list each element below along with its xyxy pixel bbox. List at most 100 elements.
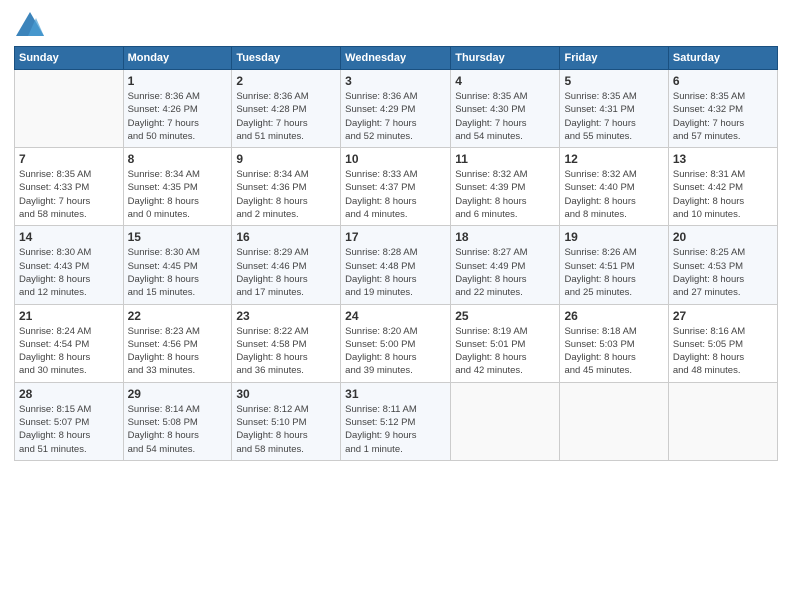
- day-info: Sunrise: 8:12 AM Sunset: 5:10 PM Dayligh…: [236, 403, 336, 456]
- day-number: 29: [128, 387, 228, 401]
- day-info: Sunrise: 8:22 AM Sunset: 4:58 PM Dayligh…: [236, 325, 336, 378]
- calendar-header-thursday: Thursday: [451, 47, 560, 70]
- calendar-table: SundayMondayTuesdayWednesdayThursdayFrid…: [14, 46, 778, 461]
- day-number: 17: [345, 230, 446, 244]
- day-info: Sunrise: 8:19 AM Sunset: 5:01 PM Dayligh…: [455, 325, 555, 378]
- calendar-cell: 21Sunrise: 8:24 AM Sunset: 4:54 PM Dayli…: [15, 304, 124, 382]
- day-info: Sunrise: 8:35 AM Sunset: 4:31 PM Dayligh…: [564, 90, 663, 143]
- calendar-week-1: 1 Sunrise: 8:36 AM Sunset: 4:26 PM Daylig…: [15, 70, 778, 148]
- calendar-week-3: 14 Sunrise: 8:30 AM Sunset: 4:43 PM Dayli…: [15, 226, 778, 304]
- day-info: Sunrise: 8:35 AM Sunset: 4:33 PM Dayligh…: [19, 168, 119, 221]
- day-number: 19: [564, 230, 663, 244]
- day-info: Sunrise: 8:32 AM Sunset: 4:40 PM Dayligh…: [564, 168, 663, 221]
- calendar-cell: 7 Sunrise: 8:35 AM Sunset: 4:33 PM Daylig…: [15, 148, 124, 226]
- day-info: Sunrise: 8:28 AM Sunset: 4:48 PM Dayligh…: [345, 246, 446, 299]
- calendar-cell: 15 Sunrise: 8:30 AM Sunset: 4:45 PM Dayli…: [123, 226, 232, 304]
- day-info: Sunrise: 8:34 AM Sunset: 4:35 PM Dayligh…: [128, 168, 228, 221]
- day-info: Sunrise: 8:30 AM Sunset: 4:43 PM Dayligh…: [19, 246, 119, 299]
- day-number: 28: [19, 387, 119, 401]
- calendar-header-friday: Friday: [560, 47, 668, 70]
- day-number: 10: [345, 152, 446, 166]
- calendar-header-monday: Monday: [123, 47, 232, 70]
- calendar-cell: [668, 382, 777, 460]
- calendar-cell: 10 Sunrise: 8:33 AM Sunset: 4:37 PM Dayli…: [341, 148, 451, 226]
- calendar-cell: 11 Sunrise: 8:32 AM Sunset: 4:39 PM Dayli…: [451, 148, 560, 226]
- calendar-cell: 25 Sunrise: 8:19 AM Sunset: 5:01 PM Dayli…: [451, 304, 560, 382]
- day-number: 2: [236, 74, 336, 88]
- calendar-cell: 22 Sunrise: 8:23 AM Sunset: 4:56 PM Dayli…: [123, 304, 232, 382]
- calendar-cell: 30 Sunrise: 8:12 AM Sunset: 5:10 PM Dayli…: [232, 382, 341, 460]
- calendar-cell: 13Sunrise: 8:31 AM Sunset: 4:42 PM Dayli…: [668, 148, 777, 226]
- day-info: Sunrise: 8:23 AM Sunset: 4:56 PM Dayligh…: [128, 325, 228, 378]
- day-number: 22: [128, 309, 228, 323]
- day-number: 23: [236, 309, 336, 323]
- day-number: 7: [19, 152, 119, 166]
- calendar-cell: 4 Sunrise: 8:35 AM Sunset: 4:30 PM Daylig…: [451, 70, 560, 148]
- calendar-cell: 27 Sunrise: 8:16 AM Sunset: 5:05 PM Dayli…: [668, 304, 777, 382]
- day-number: 15: [128, 230, 228, 244]
- calendar-cell: [451, 382, 560, 460]
- day-number: 1: [128, 74, 228, 88]
- calendar-cell: 5Sunrise: 8:35 AM Sunset: 4:31 PM Daylig…: [560, 70, 668, 148]
- calendar-week-5: 28 Sunrise: 8:15 AM Sunset: 5:07 PM Dayli…: [15, 382, 778, 460]
- day-info: Sunrise: 8:20 AM Sunset: 5:00 PM Dayligh…: [345, 325, 446, 378]
- day-info: Sunrise: 8:14 AM Sunset: 5:08 PM Dayligh…: [128, 403, 228, 456]
- calendar-cell: 3Sunrise: 8:36 AM Sunset: 4:29 PM Daylig…: [341, 70, 451, 148]
- day-number: 30: [236, 387, 336, 401]
- day-number: 18: [455, 230, 555, 244]
- calendar-cell: 17 Sunrise: 8:28 AM Sunset: 4:48 PM Dayli…: [341, 226, 451, 304]
- day-info: Sunrise: 8:34 AM Sunset: 4:36 PM Dayligh…: [236, 168, 336, 221]
- day-number: 31: [345, 387, 446, 401]
- calendar-cell: 2 Sunrise: 8:36 AM Sunset: 4:28 PM Daylig…: [232, 70, 341, 148]
- day-info: Sunrise: 8:36 AM Sunset: 4:26 PM Dayligh…: [128, 90, 228, 143]
- day-number: 13: [673, 152, 773, 166]
- calendar-header-tuesday: Tuesday: [232, 47, 341, 70]
- day-info: Sunrise: 8:36 AM Sunset: 4:28 PM Dayligh…: [236, 90, 336, 143]
- day-info: Sunrise: 8:29 AM Sunset: 4:46 PM Dayligh…: [236, 246, 336, 299]
- day-number: 25: [455, 309, 555, 323]
- day-number: 26: [564, 309, 663, 323]
- day-info: Sunrise: 8:33 AM Sunset: 4:37 PM Dayligh…: [345, 168, 446, 221]
- day-info: Sunrise: 8:11 AM Sunset: 5:12 PM Dayligh…: [345, 403, 446, 456]
- day-number: 6: [673, 74, 773, 88]
- day-info: Sunrise: 8:18 AM Sunset: 5:03 PM Dayligh…: [564, 325, 663, 378]
- day-info: Sunrise: 8:15 AM Sunset: 5:07 PM Dayligh…: [19, 403, 119, 456]
- calendar-cell: 16Sunrise: 8:29 AM Sunset: 4:46 PM Dayli…: [232, 226, 341, 304]
- logo: [14, 10, 48, 38]
- calendar-cell: 8Sunrise: 8:34 AM Sunset: 4:35 PM Daylig…: [123, 148, 232, 226]
- calendar-cell: 18 Sunrise: 8:27 AM Sunset: 4:49 PM Dayli…: [451, 226, 560, 304]
- day-info: Sunrise: 8:35 AM Sunset: 4:32 PM Dayligh…: [673, 90, 773, 143]
- day-info: Sunrise: 8:24 AM Sunset: 4:54 PM Dayligh…: [19, 325, 119, 378]
- day-info: Sunrise: 8:16 AM Sunset: 5:05 PM Dayligh…: [673, 325, 773, 378]
- calendar-cell: [560, 382, 668, 460]
- page-container: SundayMondayTuesdayWednesdayThursdayFrid…: [0, 0, 792, 612]
- day-info: Sunrise: 8:27 AM Sunset: 4:49 PM Dayligh…: [455, 246, 555, 299]
- calendar-week-4: 21Sunrise: 8:24 AM Sunset: 4:54 PM Dayli…: [15, 304, 778, 382]
- day-info: Sunrise: 8:25 AM Sunset: 4:53 PM Dayligh…: [673, 246, 773, 299]
- calendar-cell: [15, 70, 124, 148]
- calendar-header-wednesday: Wednesday: [341, 47, 451, 70]
- calendar-cell: 1 Sunrise: 8:36 AM Sunset: 4:26 PM Daylig…: [123, 70, 232, 148]
- day-info: Sunrise: 8:26 AM Sunset: 4:51 PM Dayligh…: [564, 246, 663, 299]
- day-info: Sunrise: 8:32 AM Sunset: 4:39 PM Dayligh…: [455, 168, 555, 221]
- calendar-cell: 20 Sunrise: 8:25 AM Sunset: 4:53 PM Dayli…: [668, 226, 777, 304]
- calendar-cell: 23 Sunrise: 8:22 AM Sunset: 4:58 PM Dayli…: [232, 304, 341, 382]
- day-number: 14: [19, 230, 119, 244]
- day-number: 20: [673, 230, 773, 244]
- calendar-week-2: 7 Sunrise: 8:35 AM Sunset: 4:33 PM Daylig…: [15, 148, 778, 226]
- day-number: 24: [345, 309, 446, 323]
- calendar-cell: 19 Sunrise: 8:26 AM Sunset: 4:51 PM Dayli…: [560, 226, 668, 304]
- calendar-cell: 28 Sunrise: 8:15 AM Sunset: 5:07 PM Dayli…: [15, 382, 124, 460]
- logo-icon: [14, 10, 46, 38]
- day-number: 27: [673, 309, 773, 323]
- day-info: Sunrise: 8:30 AM Sunset: 4:45 PM Dayligh…: [128, 246, 228, 299]
- calendar-header-sunday: Sunday: [15, 47, 124, 70]
- day-number: 11: [455, 152, 555, 166]
- day-number: 4: [455, 74, 555, 88]
- day-number: 12: [564, 152, 663, 166]
- calendar-cell: 31 Sunrise: 8:11 AM Sunset: 5:12 PM Dayli…: [341, 382, 451, 460]
- day-info: Sunrise: 8:36 AM Sunset: 4:29 PM Dayligh…: [345, 90, 446, 143]
- calendar-header-saturday: Saturday: [668, 47, 777, 70]
- day-info: Sunrise: 8:35 AM Sunset: 4:30 PM Dayligh…: [455, 90, 555, 143]
- calendar-cell: 9Sunrise: 8:34 AM Sunset: 4:36 PM Daylig…: [232, 148, 341, 226]
